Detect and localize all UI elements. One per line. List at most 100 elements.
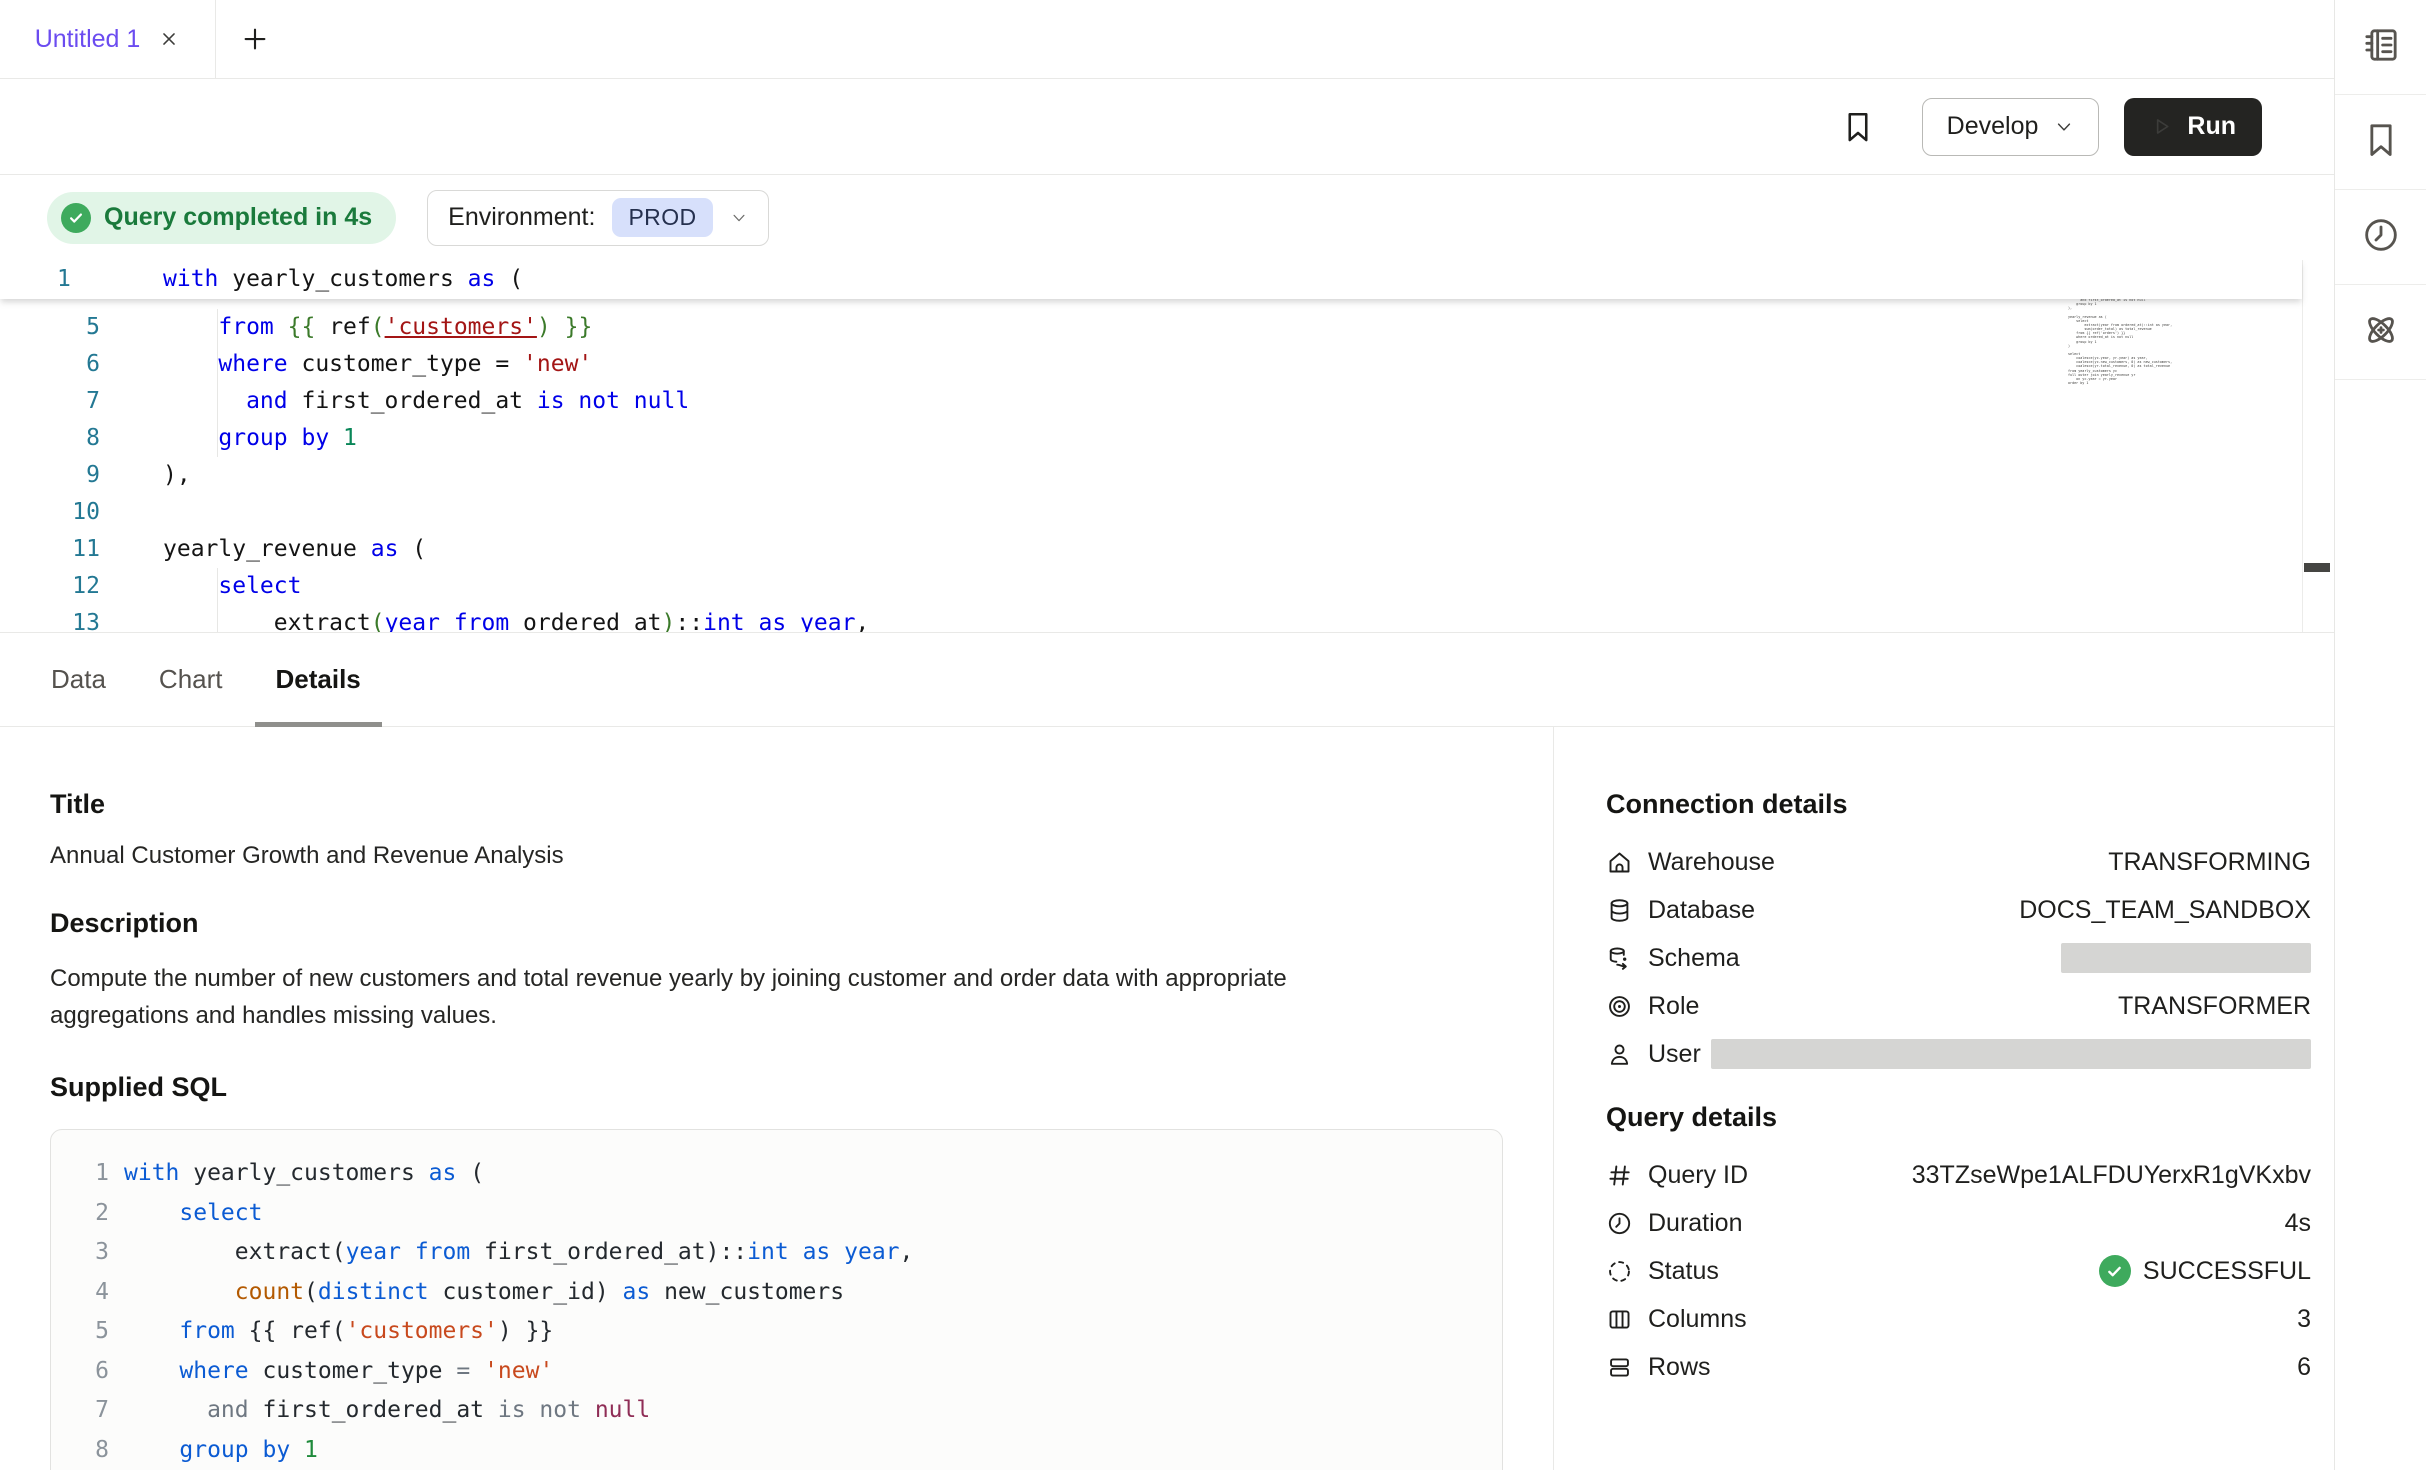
rail-button-history[interactable] [2335,190,2426,285]
code-line: 12 select [0,568,869,605]
sql-editor[interactable]: 5 from {{ ref('customers') }}6 where cus… [0,260,2334,633]
editor-scrollbar-track[interactable] [2302,260,2334,632]
editor-sticky-line[interactable]: 1with yearly_customers as ( [0,260,2302,299]
run-button-label: Run [2187,112,2236,141]
detail-label: Status [1648,1257,1719,1286]
code-line: 7 and first_ordered_at is not null [0,383,869,420]
run-button[interactable]: Run [2124,98,2262,156]
line-number: 7 [67,1391,109,1431]
detail-value: TRANSFORMING [2108,848,2311,877]
line-number: 11 [0,531,100,568]
detail-value: 4s [2285,1209,2311,1238]
tab-untitled-1[interactable]: Untitled 1 [0,0,216,78]
develop-button[interactable]: Develop [1922,98,2100,156]
code-line: 5 from {{ ref('customers') }} [67,1312,1482,1352]
line-number: 5 [67,1312,109,1352]
bookmark-icon[interactable] [1840,109,1876,145]
tab-label: Details [276,664,361,695]
tab-title: Untitled 1 [35,25,141,54]
detail-label: Role [1648,992,1699,1021]
environment-select[interactable]: Environment: PROD [427,190,768,246]
line-number: 13 [0,605,100,633]
hash-icon [1606,1162,1633,1189]
app-window: Untitled 1 Develop Run Query completed i… [0,0,2426,1470]
redacted-value [2061,943,2311,973]
copilot-icon [2361,310,2401,355]
detail-value: SUCCESSFUL [2143,1257,2311,1286]
detail-row-columns: Columns3 [1606,1303,2311,1335]
user-icon [1606,1041,1633,1068]
chevron-down-icon [730,209,748,227]
detail-label: User [1648,1040,1701,1069]
line-number: 8 [67,1431,109,1470]
detail-row-database: DatabaseDOCS_TEAM_SANDBOX [1606,894,2311,926]
detail-label: Query ID [1648,1161,1748,1190]
rail-button-notebook[interactable] [2335,0,2426,95]
line-number: 6 [0,346,100,383]
code-line: 6 where customer_type = 'new' [0,346,869,383]
detail-row-rows: Rows6 [1606,1351,2311,1383]
detail-row-status: Status SUCCESSFUL [1606,1255,2311,1287]
details-left-pane: Title Annual Customer Growth and Revenue… [0,727,1553,1470]
line-number: 10 [0,494,100,531]
code-line: 10 [0,494,869,531]
details-panel: Title Annual Customer Growth and Revenue… [0,727,2334,1470]
line-number: 1 [67,1154,109,1194]
code-line: 8 group by 1 [0,420,869,457]
duration-icon [1606,1210,1633,1237]
status-value: SUCCESSFUL [2099,1255,2311,1287]
detail-row-schema: Schema [1606,942,2311,974]
results-tab-bar: Data Chart Details [0,633,2334,727]
detail-label: Rows [1648,1353,1711,1382]
code-line: 2 select [67,1194,1482,1234]
new-tab-button[interactable] [240,24,270,54]
rail-button-bookmark[interactable] [2335,95,2426,190]
query-status-row: Query completed in 4s Environment: PROD [0,175,2334,260]
line-number: 1 [0,260,100,299]
detail-row-warehouse: WarehouseTRANSFORMING [1606,846,2311,878]
environment-label: Environment: [448,203,595,232]
description-value: Compute the number of new customers and … [50,960,1390,1034]
detail-label: Database [1648,896,1755,925]
active-tab-indicator [255,722,382,727]
develop-button-label: Develop [1947,112,2039,141]
line-number: 7 [0,383,100,420]
detail-value: 33TZseWpe1ALFDUYerxR1gVKxbv [1912,1161,2311,1190]
check-circle-icon [2099,1255,2131,1287]
rail-button-copilot[interactable] [2335,285,2426,380]
columns-icon [1606,1306,1633,1333]
tab-label: Chart [159,664,223,695]
query-status-pill: Query completed in 4s [47,192,396,244]
rows-icon [1606,1354,1633,1381]
close-icon[interactable] [158,28,180,50]
code-line: 1with yearly_customers as ( [0,260,2302,299]
details-right-pane: Connection details WarehouseTRANSFORMING… [1553,727,2334,1470]
detail-label: Schema [1648,944,1740,973]
warehouse-icon [1606,849,1633,876]
tab-chart[interactable]: Chart [159,633,223,726]
play-icon [2150,115,2173,138]
tab-label: Data [51,664,106,695]
code-line: 13 extract(year from ordered_at)::int as… [0,605,869,633]
indent-guide [217,568,218,633]
chevron-down-icon [2054,117,2074,137]
code-line: 7 and first_ordered_at is not null [67,1391,1482,1431]
redacted-value [1711,1039,2311,1069]
line-number: 2 [67,1194,109,1234]
line-number: 3 [67,1233,109,1273]
right-icon-rail [2334,0,2426,1470]
environment-value-badge: PROD [612,198,712,237]
editor-scrollbar-handle[interactable] [2304,563,2330,572]
line-number: 8 [0,420,100,457]
editor-code-lines[interactable]: 5 from {{ ref('customers') }}6 where cus… [0,299,869,633]
code-line: 3 extract(year from first_ordered_at)::i… [67,1233,1482,1273]
line-number: 5 [0,309,100,346]
detail-row-role: RoleTRANSFORMER [1606,990,2311,1022]
tab-data[interactable]: Data [51,633,106,726]
toolbar: Develop Run [0,79,2334,175]
detail-row-user: User [1606,1038,2311,1070]
code-line: 1with yearly_customers as ( [67,1154,1482,1194]
schema-icon [1606,945,1633,972]
tab-details[interactable]: Details [276,633,361,726]
query-details-heading: Query details [1606,1102,2311,1133]
